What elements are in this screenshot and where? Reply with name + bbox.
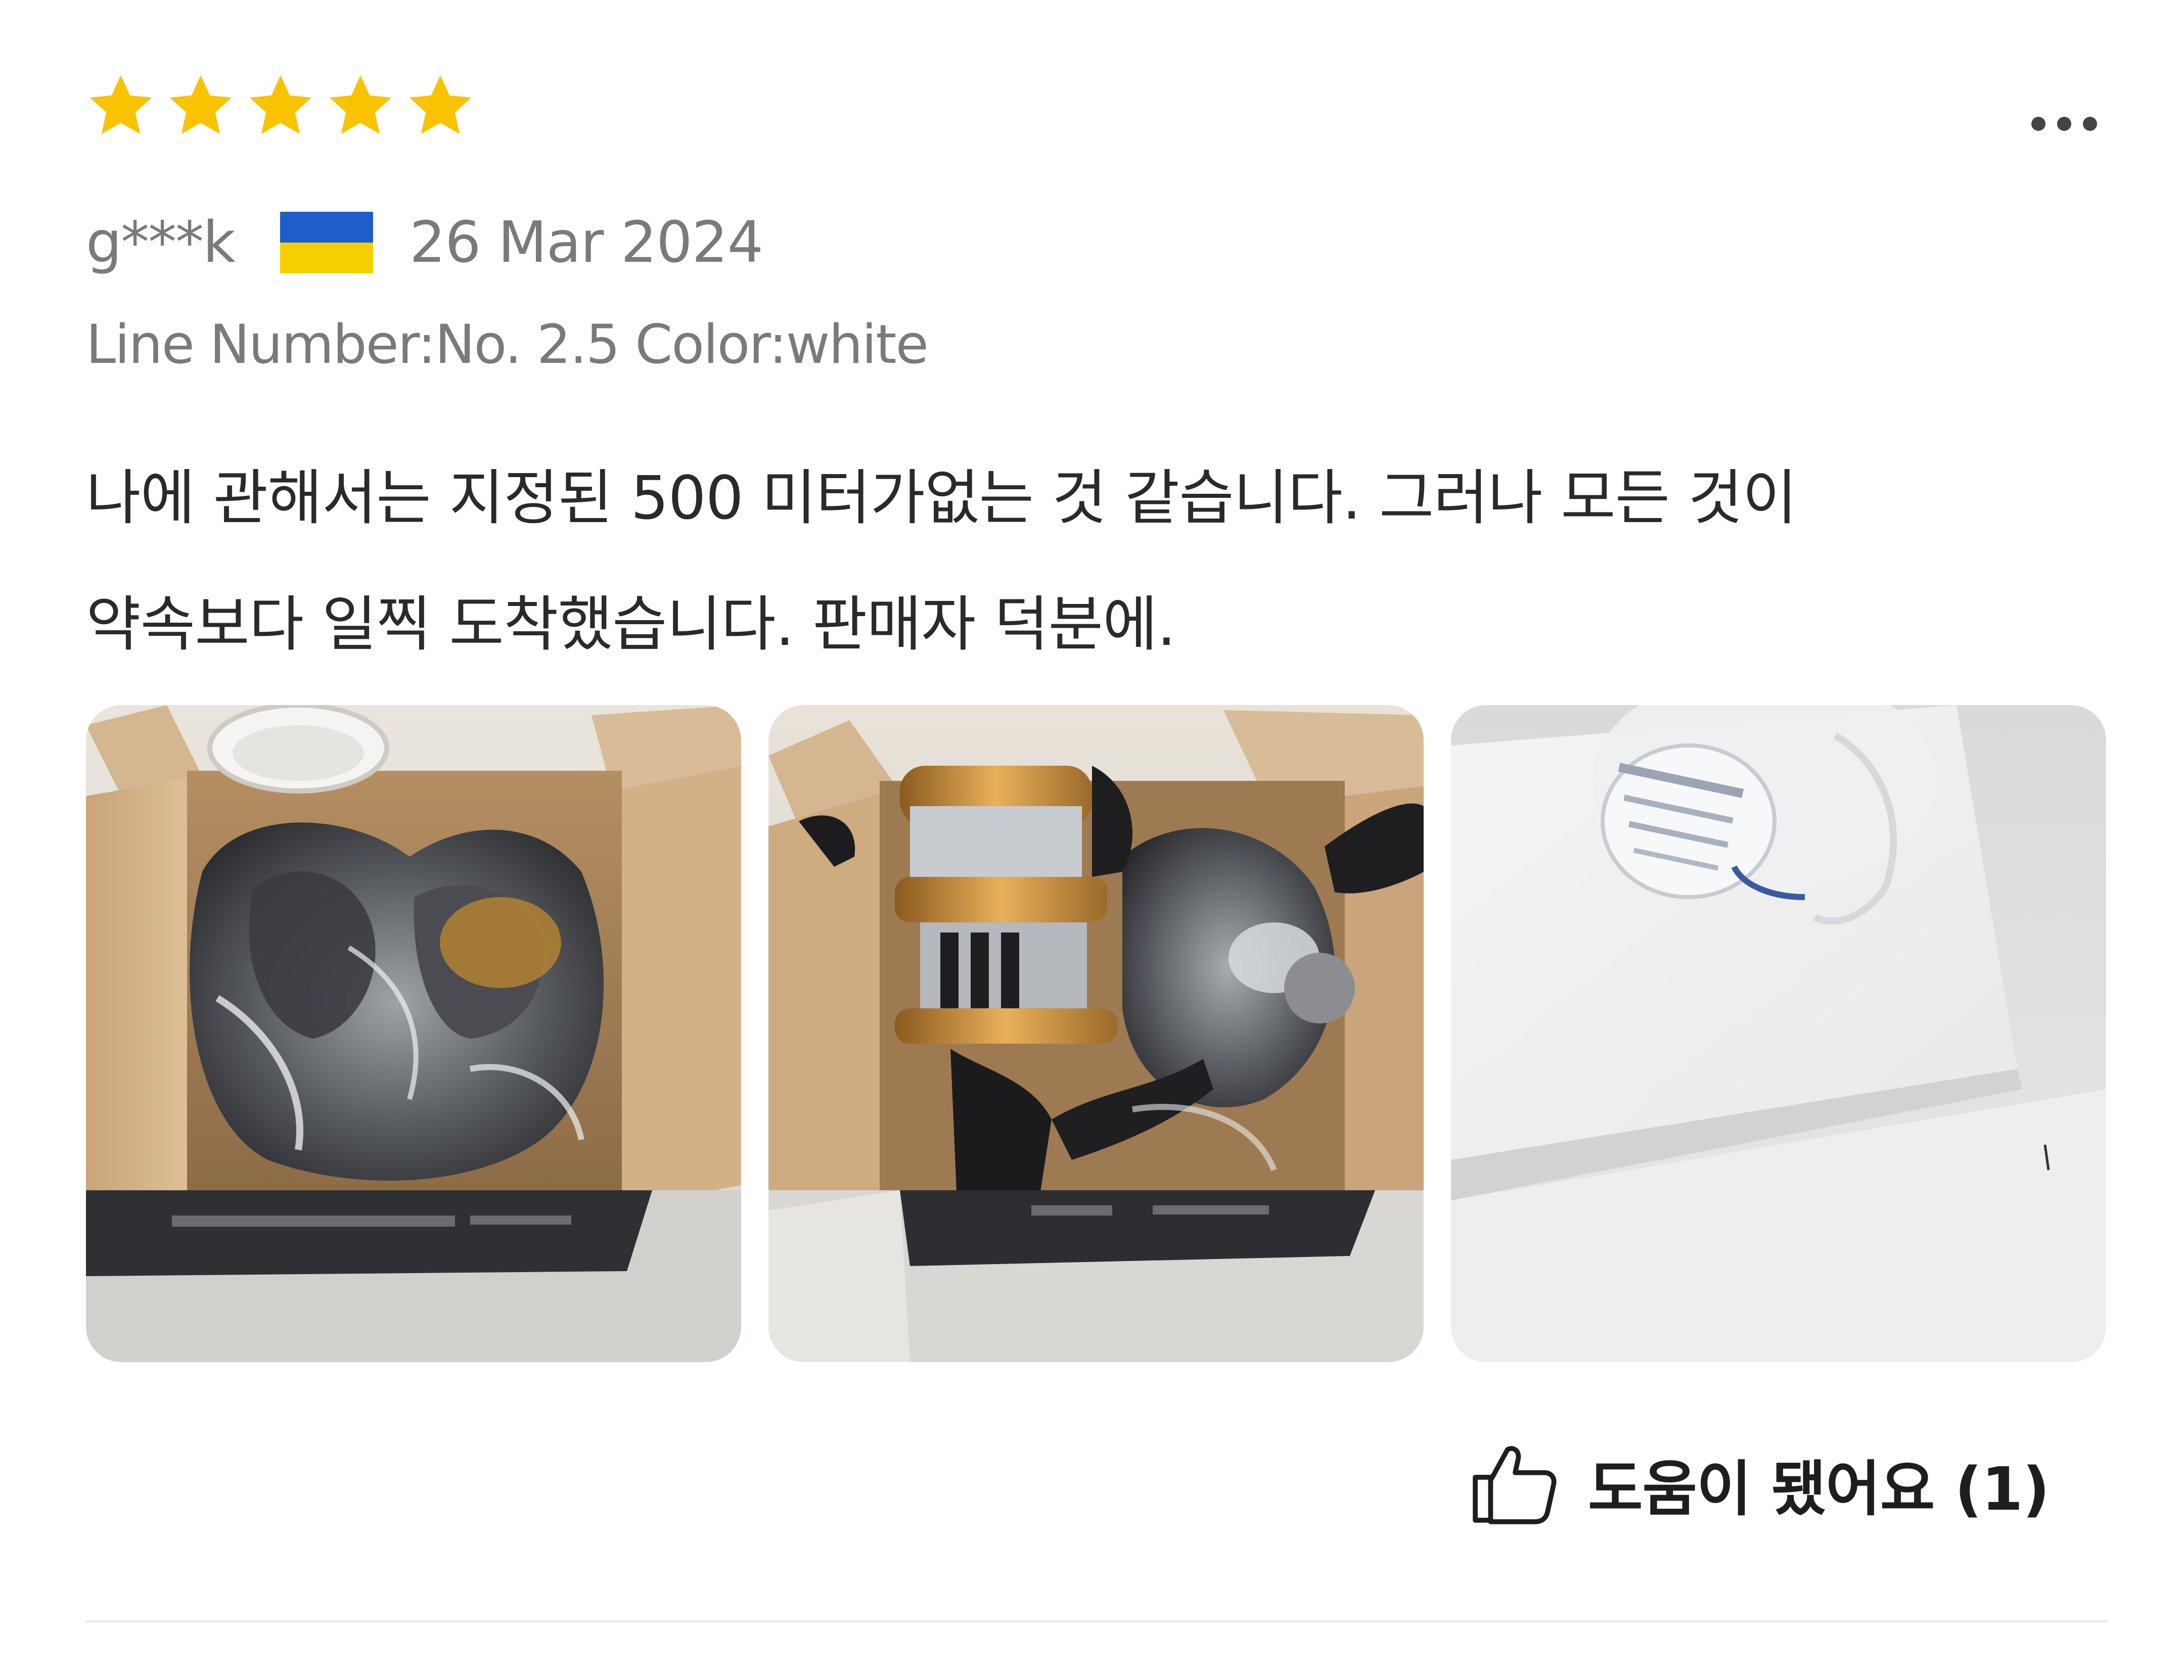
thumbs-up-icon bbox=[1473, 1446, 1557, 1524]
review-meta: g***k 26 Mar 2024 bbox=[86, 202, 763, 283]
review-text: 나에 관해서는 지정된 500 미터가없는 것 같습니다. 그러나 모든 것이 … bbox=[86, 435, 2108, 687]
reviewer-name: g***k bbox=[86, 210, 236, 275]
flag-yellow-stripe bbox=[280, 243, 373, 273]
review-text-line: 나에 관해서는 지정된 500 미터가없는 것 같습니다. 그러나 모든 것이 bbox=[86, 463, 1797, 533]
review-photo-1[interactable] bbox=[86, 705, 741, 1362]
star-icon bbox=[409, 75, 472, 134]
star-icon bbox=[89, 75, 152, 134]
star-icon bbox=[249, 75, 312, 134]
review-divider bbox=[86, 1620, 2108, 1622]
photo-fishing-line-spool bbox=[1451, 705, 2106, 1362]
review-photos bbox=[86, 705, 2106, 1362]
ukraine-flag-icon bbox=[280, 212, 373, 273]
review-card: g***k 26 Mar 2024 Line Number:No. 2.5 Co… bbox=[0, 0, 2184, 1680]
more-dot bbox=[2031, 117, 2045, 131]
star-icon bbox=[329, 75, 392, 134]
helpful-button[interactable]: 도움이 됐어요 (1) bbox=[1469, 1435, 2050, 1531]
helpful-label: 도움이 됐어요 (1) bbox=[1588, 1454, 2050, 1524]
flag-blue-stripe bbox=[280, 212, 373, 243]
purchased-variant: Line Number:No. 2.5 Color:white bbox=[86, 313, 929, 376]
more-dot bbox=[2083, 117, 2097, 131]
more-options-button[interactable] bbox=[2031, 109, 2097, 139]
photo-reel-unwrapped bbox=[768, 705, 1424, 1362]
review-date: 26 Mar 2024 bbox=[409, 210, 763, 275]
review-text-line: 약속보다 일찍 도착했습니다. 판매자 덕분에. bbox=[86, 589, 1176, 659]
review-photo-3[interactable] bbox=[1451, 705, 2106, 1362]
review-photo-2[interactable] bbox=[768, 705, 1424, 1362]
rating-stars bbox=[81, 68, 480, 144]
more-dot bbox=[2057, 117, 2071, 131]
photo-reel-box-wrapped bbox=[86, 705, 741, 1362]
star-icon bbox=[169, 75, 232, 134]
